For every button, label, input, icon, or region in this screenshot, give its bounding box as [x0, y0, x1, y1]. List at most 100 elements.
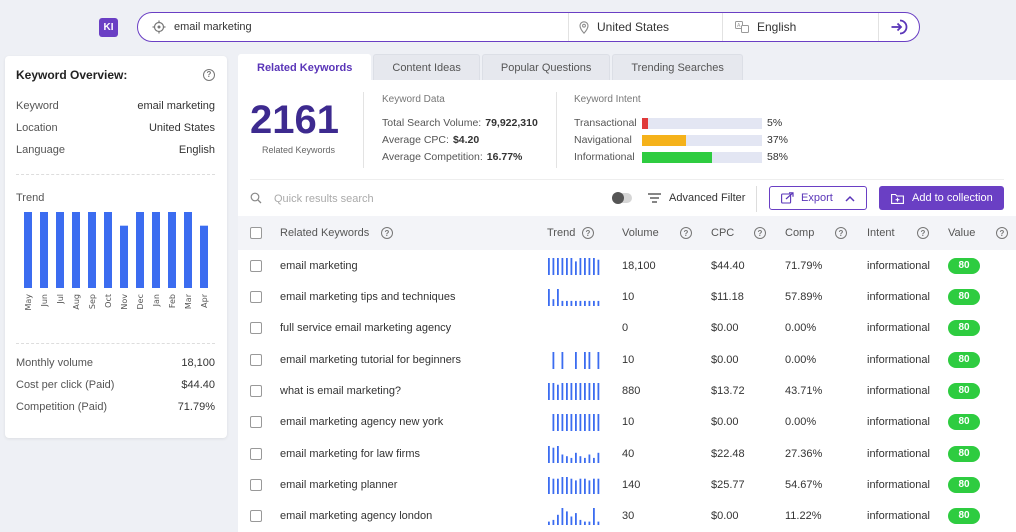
help-icon[interactable]: ?	[835, 216, 847, 250]
export-button[interactable]: Export	[769, 186, 867, 210]
location-segment[interactable]: United States	[568, 13, 722, 41]
keyword-data-label: Total Search Volume:	[382, 117, 482, 129]
cpc-cell: $0.00	[711, 353, 739, 366]
header-volume[interactable]: Volume	[622, 216, 659, 250]
sparkline-bar	[552, 351, 555, 369]
trend-bar	[104, 212, 112, 288]
sparkline-bar	[552, 382, 555, 400]
keyword-data-row: Average CPC: $4.20	[382, 134, 479, 146]
table-row[interactable]: what is email marketing? 880 $13.72 43.71% i…	[238, 375, 1016, 406]
value-badge: 80	[948, 375, 980, 406]
sparkline-bar	[588, 454, 591, 463]
keyword-cell[interactable]: email marketing for law firms	[280, 438, 420, 469]
trend-sparkline	[547, 500, 601, 531]
table-row[interactable]: email marketing for law firms 40 $22.48 27.…	[238, 438, 1016, 469]
table-row[interactable]: email marketing tips and techniques 10 $11…	[238, 281, 1016, 312]
row-checkbox[interactable]	[250, 250, 262, 281]
sparkline-bar	[557, 478, 559, 494]
row-checkbox[interactable]	[250, 500, 262, 531]
tab-content-ideas[interactable]: Content Ideas	[373, 54, 480, 80]
table-row[interactable]: email marketing agency new york 10 $0.00 0.…	[238, 406, 1016, 437]
language-select[interactable]: English	[757, 20, 796, 34]
keyword-input[interactable]: email marketing	[174, 21, 252, 33]
sparkline-bar	[575, 351, 577, 369]
help-icon[interactable]: ?	[754, 216, 766, 250]
help-icon[interactable]: ?	[996, 216, 1008, 250]
keyword-cell[interactable]: what is email marketing?	[280, 375, 401, 406]
sparkline-bar	[579, 413, 582, 431]
location-select[interactable]: United States	[597, 20, 669, 34]
table-row[interactable]: email marketing planner 140 $25.77 54.67% in…	[238, 469, 1016, 500]
help-icon[interactable]: ?	[680, 216, 692, 250]
trend-label: Trend	[16, 192, 45, 204]
help-icon[interactable]: ?	[203, 68, 215, 81]
trend-sparkline	[547, 438, 601, 469]
row-checkbox[interactable]	[250, 281, 262, 312]
header-intent[interactable]: Intent	[867, 216, 895, 250]
help-icon[interactable]: ?	[381, 216, 393, 250]
keyword-segment[interactable]: email marketing	[138, 13, 568, 41]
header-related-keywords[interactable]: Related Keywords	[280, 216, 369, 250]
tab-related-keywords[interactable]: Related Keywords	[238, 54, 372, 80]
table-header: Related Keywords ? Trend ? Volume ? CPC …	[238, 216, 1016, 250]
sparkline-bar	[557, 413, 559, 431]
row-checkbox[interactable]	[250, 469, 262, 500]
app-logo[interactable]: KI	[99, 18, 118, 37]
tab-trending-searches[interactable]: Trending Searches	[612, 54, 743, 80]
comp-cell: 27.36%	[785, 447, 823, 460]
header-value[interactable]: Value	[948, 216, 975, 250]
tab-popular-questions[interactable]: Popular Questions	[481, 54, 611, 80]
header-cpc[interactable]: CPC	[711, 216, 734, 250]
header-comp[interactable]: Comp	[785, 216, 814, 250]
sparkline-bar	[584, 521, 586, 525]
sparkline-bar	[548, 257, 550, 275]
keyword-cell[interactable]: email marketing agency london	[280, 500, 432, 531]
search-submit-button[interactable]	[878, 13, 919, 41]
table-row[interactable]: email marketing agency london 30 $0.00 11.2…	[238, 500, 1016, 531]
keyword-cell[interactable]: full service email marketing agency	[280, 312, 451, 343]
overview-row-language: Language English	[16, 144, 215, 156]
value-badge: 80	[948, 344, 980, 375]
sparkline-bar	[561, 257, 564, 275]
row-checkbox[interactable]	[250, 375, 262, 406]
value-score: 80	[948, 319, 980, 336]
sparkline-bar	[552, 298, 555, 306]
keyword-cell[interactable]: email marketing agency new york	[280, 406, 443, 437]
trend-month-label: Jan	[152, 294, 161, 307]
keyword-cell[interactable]: email marketing	[280, 250, 358, 281]
quick-results-search-input[interactable]	[274, 189, 574, 209]
intent-bar-fill	[642, 151, 712, 163]
help-icon[interactable]: ?	[917, 216, 929, 250]
row-checkbox[interactable]	[250, 344, 262, 375]
comp-cell: 71.79%	[785, 259, 823, 272]
language-segment[interactable]: A English	[722, 13, 878, 41]
table-row[interactable]: email marketing 18,100 $44.40 71.79% informa…	[238, 250, 1016, 281]
sparkline-bar	[570, 516, 573, 525]
help-icon[interactable]: ?	[582, 216, 594, 250]
sparkline-bar	[570, 300, 573, 306]
sparkline-bar	[575, 260, 577, 275]
trend-month-label: May	[24, 294, 33, 311]
filter-toggle[interactable]	[612, 192, 632, 204]
header-label: Comp	[785, 227, 815, 239]
select-all-checkbox[interactable]	[250, 216, 262, 250]
sparkline-bar	[557, 514, 559, 525]
comp-cell: 11.22%	[785, 509, 822, 522]
sparkline-bar	[561, 454, 564, 463]
keyword-cell[interactable]: email marketing tips and techniques	[280, 281, 455, 312]
table-row[interactable]: email marketing tutorial for beginners 10…	[238, 344, 1016, 375]
keyword-cell[interactable]: email marketing planner	[280, 469, 397, 500]
overview-title: Keyword Overview:	[16, 68, 128, 82]
header-trend[interactable]: Trend	[547, 216, 575, 250]
row-checkbox[interactable]	[250, 438, 262, 469]
sparkline-bar	[561, 382, 564, 400]
advanced-filter-button[interactable]: Advanced Filter	[669, 192, 745, 204]
sparkline-bar	[597, 521, 600, 525]
keyword-cell[interactable]: email marketing tutorial for beginners	[280, 344, 461, 375]
keyword-intent-title: Keyword Intent	[574, 94, 641, 105]
add-to-collection-button[interactable]: Add to collection	[879, 186, 1004, 210]
volume-cell: 10	[622, 353, 635, 366]
row-checkbox[interactable]	[250, 406, 262, 437]
row-checkbox[interactable]	[250, 312, 262, 343]
table-row[interactable]: full service email marketing agency 0 $0.0…	[238, 312, 1016, 343]
